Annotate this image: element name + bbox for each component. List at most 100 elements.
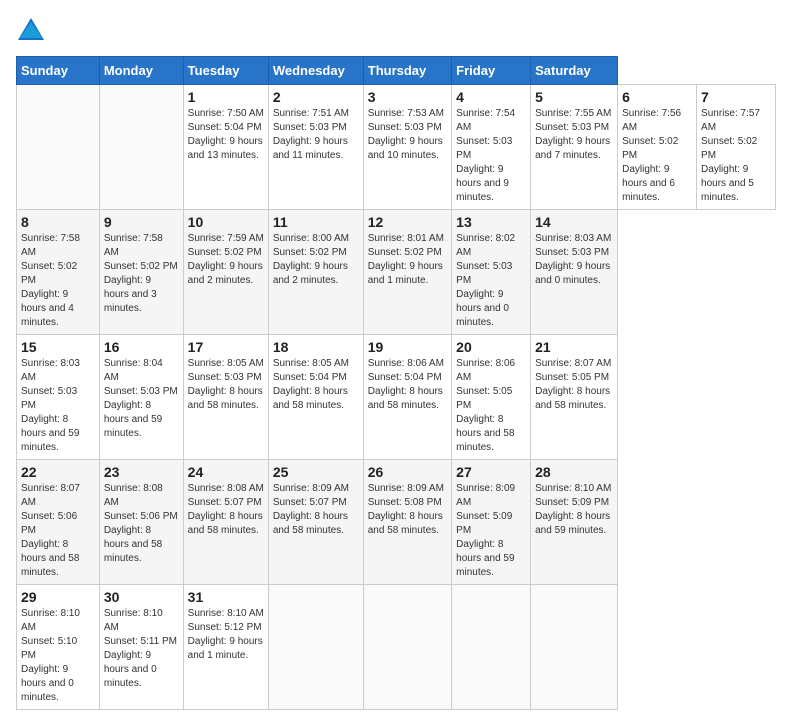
calendar-cell: 22 Sunrise: 8:07 AMSunset: 5:06 PMDaylig… bbox=[17, 460, 100, 585]
calendar-cell: 2 Sunrise: 7:51 AMSunset: 5:03 PMDayligh… bbox=[268, 85, 363, 210]
logo-icon bbox=[16, 16, 46, 46]
day-info: Sunrise: 8:09 AMSunset: 5:08 PMDaylight:… bbox=[368, 483, 444, 536]
day-number: 10 bbox=[188, 214, 264, 230]
calendar-cell: 9 Sunrise: 7:58 AMSunset: 5:02 PMDayligh… bbox=[99, 210, 183, 335]
day-number: 7 bbox=[701, 89, 771, 105]
day-number: 21 bbox=[535, 339, 613, 355]
day-number: 15 bbox=[21, 339, 95, 355]
day-number: 8 bbox=[21, 214, 95, 230]
calendar-cell: 8 Sunrise: 7:58 AMSunset: 5:02 PMDayligh… bbox=[17, 210, 100, 335]
calendar-cell: 3 Sunrise: 7:53 AMSunset: 5:03 PMDayligh… bbox=[363, 85, 451, 210]
day-info: Sunrise: 7:55 AMSunset: 5:03 PMDaylight:… bbox=[535, 108, 611, 161]
calendar-cell: 12 Sunrise: 8:01 AMSunset: 5:02 PMDaylig… bbox=[363, 210, 451, 335]
day-info: Sunrise: 8:10 AMSunset: 5:10 PMDaylight:… bbox=[21, 608, 80, 703]
day-number: 24 bbox=[188, 464, 264, 480]
day-info: Sunrise: 8:09 AMSunset: 5:09 PMDaylight:… bbox=[456, 483, 515, 578]
day-info: Sunrise: 7:56 AMSunset: 5:02 PMDaylight:… bbox=[622, 108, 681, 203]
day-info: Sunrise: 8:06 AMSunset: 5:04 PMDaylight:… bbox=[368, 358, 444, 411]
day-info: Sunrise: 8:03 AMSunset: 5:03 PMDaylight:… bbox=[535, 233, 611, 286]
day-info: Sunrise: 8:10 AMSunset: 5:12 PMDaylight:… bbox=[188, 608, 264, 661]
page-header bbox=[16, 16, 776, 46]
day-info: Sunrise: 8:05 AMSunset: 5:04 PMDaylight:… bbox=[273, 358, 349, 411]
day-info: Sunrise: 7:58 AMSunset: 5:02 PMDaylight:… bbox=[104, 233, 178, 314]
calendar-cell: 14 Sunrise: 8:03 AMSunset: 5:03 PMDaylig… bbox=[531, 210, 618, 335]
calendar-cell: 17 Sunrise: 8:05 AMSunset: 5:03 PMDaylig… bbox=[183, 335, 268, 460]
weekday-header-sunday: Sunday bbox=[17, 57, 100, 85]
day-number: 17 bbox=[188, 339, 264, 355]
day-number: 11 bbox=[273, 214, 359, 230]
day-number: 5 bbox=[535, 89, 613, 105]
day-info: Sunrise: 8:03 AMSunset: 5:03 PMDaylight:… bbox=[21, 358, 80, 453]
day-number: 19 bbox=[368, 339, 447, 355]
weekday-header-saturday: Saturday bbox=[531, 57, 618, 85]
day-number: 29 bbox=[21, 589, 95, 605]
calendar-cell: 23 Sunrise: 8:08 AMSunset: 5:06 PMDaylig… bbox=[99, 460, 183, 585]
calendar-cell: 10 Sunrise: 7:59 AMSunset: 5:02 PMDaylig… bbox=[183, 210, 268, 335]
day-info: Sunrise: 8:00 AMSunset: 5:02 PMDaylight:… bbox=[273, 233, 349, 286]
calendar-cell: 13 Sunrise: 8:02 AMSunset: 5:03 PMDaylig… bbox=[452, 210, 531, 335]
calendar-cell: 27 Sunrise: 8:09 AMSunset: 5:09 PMDaylig… bbox=[452, 460, 531, 585]
day-info: Sunrise: 8:08 AMSunset: 5:06 PMDaylight:… bbox=[104, 483, 178, 564]
day-info: Sunrise: 7:59 AMSunset: 5:02 PMDaylight:… bbox=[188, 233, 264, 286]
day-number: 14 bbox=[535, 214, 613, 230]
day-number: 4 bbox=[456, 89, 526, 105]
calendar-cell: 18 Sunrise: 8:05 AMSunset: 5:04 PMDaylig… bbox=[268, 335, 363, 460]
day-info: Sunrise: 8:01 AMSunset: 5:02 PMDaylight:… bbox=[368, 233, 444, 286]
calendar-cell bbox=[452, 585, 531, 710]
day-info: Sunrise: 7:57 AMSunset: 5:02 PMDaylight:… bbox=[701, 108, 760, 203]
day-number: 18 bbox=[273, 339, 359, 355]
calendar-cell: 4 Sunrise: 7:54 AMSunset: 5:03 PMDayligh… bbox=[452, 85, 531, 210]
day-number: 2 bbox=[273, 89, 359, 105]
day-info: Sunrise: 8:10 AMSunset: 5:09 PMDaylight:… bbox=[535, 483, 611, 536]
calendar-cell: 31 Sunrise: 8:10 AMSunset: 5:12 PMDaylig… bbox=[183, 585, 268, 710]
day-number: 27 bbox=[456, 464, 526, 480]
calendar-cell: 28 Sunrise: 8:10 AMSunset: 5:09 PMDaylig… bbox=[531, 460, 618, 585]
calendar-cell bbox=[363, 585, 451, 710]
day-info: Sunrise: 8:07 AMSunset: 5:06 PMDaylight:… bbox=[21, 483, 80, 578]
day-number: 9 bbox=[104, 214, 179, 230]
day-info: Sunrise: 8:05 AMSunset: 5:03 PMDaylight:… bbox=[188, 358, 264, 411]
calendar-cell: 15 Sunrise: 8:03 AMSunset: 5:03 PMDaylig… bbox=[17, 335, 100, 460]
day-info: Sunrise: 8:02 AMSunset: 5:03 PMDaylight:… bbox=[456, 233, 515, 328]
day-number: 28 bbox=[535, 464, 613, 480]
calendar-cell: 6 Sunrise: 7:56 AMSunset: 5:02 PMDayligh… bbox=[618, 85, 697, 210]
calendar-cell: 11 Sunrise: 8:00 AMSunset: 5:02 PMDaylig… bbox=[268, 210, 363, 335]
day-number: 20 bbox=[456, 339, 526, 355]
day-number: 25 bbox=[273, 464, 359, 480]
day-info: Sunrise: 7:51 AMSunset: 5:03 PMDaylight:… bbox=[273, 108, 349, 161]
day-number: 22 bbox=[21, 464, 95, 480]
day-info: Sunrise: 8:07 AMSunset: 5:05 PMDaylight:… bbox=[535, 358, 611, 411]
weekday-header-monday: Monday bbox=[99, 57, 183, 85]
weekday-header-friday: Friday bbox=[452, 57, 531, 85]
day-number: 13 bbox=[456, 214, 526, 230]
calendar-cell bbox=[268, 585, 363, 710]
day-number: 16 bbox=[104, 339, 179, 355]
calendar-cell: 20 Sunrise: 8:06 AMSunset: 5:05 PMDaylig… bbox=[452, 335, 531, 460]
day-info: Sunrise: 8:09 AMSunset: 5:07 PMDaylight:… bbox=[273, 483, 349, 536]
day-number: 23 bbox=[104, 464, 179, 480]
day-info: Sunrise: 8:10 AMSunset: 5:11 PMDaylight:… bbox=[104, 608, 177, 689]
calendar-cell bbox=[17, 85, 100, 210]
calendar-cell: 1 Sunrise: 7:50 AMSunset: 5:04 PMDayligh… bbox=[183, 85, 268, 210]
day-info: Sunrise: 7:58 AMSunset: 5:02 PMDaylight:… bbox=[21, 233, 80, 328]
weekday-header-thursday: Thursday bbox=[363, 57, 451, 85]
day-number: 26 bbox=[368, 464, 447, 480]
day-info: Sunrise: 8:08 AMSunset: 5:07 PMDaylight:… bbox=[188, 483, 264, 536]
day-info: Sunrise: 8:04 AMSunset: 5:03 PMDaylight:… bbox=[104, 358, 178, 439]
day-number: 3 bbox=[368, 89, 447, 105]
day-info: Sunrise: 7:53 AMSunset: 5:03 PMDaylight:… bbox=[368, 108, 444, 161]
weekday-header-wednesday: Wednesday bbox=[268, 57, 363, 85]
calendar-cell: 21 Sunrise: 8:07 AMSunset: 5:05 PMDaylig… bbox=[531, 335, 618, 460]
calendar-cell: 7 Sunrise: 7:57 AMSunset: 5:02 PMDayligh… bbox=[697, 85, 776, 210]
calendar-cell: 26 Sunrise: 8:09 AMSunset: 5:08 PMDaylig… bbox=[363, 460, 451, 585]
day-number: 12 bbox=[368, 214, 447, 230]
calendar-cell: 24 Sunrise: 8:08 AMSunset: 5:07 PMDaylig… bbox=[183, 460, 268, 585]
weekday-header-tuesday: Tuesday bbox=[183, 57, 268, 85]
calendar-cell: 29 Sunrise: 8:10 AMSunset: 5:10 PMDaylig… bbox=[17, 585, 100, 710]
day-number: 31 bbox=[188, 589, 264, 605]
calendar-cell bbox=[99, 85, 183, 210]
calendar-cell: 25 Sunrise: 8:09 AMSunset: 5:07 PMDaylig… bbox=[268, 460, 363, 585]
day-number: 1 bbox=[188, 89, 264, 105]
calendar-cell: 16 Sunrise: 8:04 AMSunset: 5:03 PMDaylig… bbox=[99, 335, 183, 460]
calendar-cell: 30 Sunrise: 8:10 AMSunset: 5:11 PMDaylig… bbox=[99, 585, 183, 710]
